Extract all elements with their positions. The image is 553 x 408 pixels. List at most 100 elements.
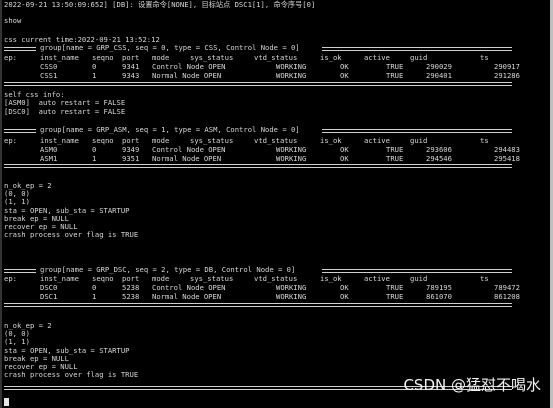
column-header-mode: mode: [152, 136, 170, 145]
separator-left: [4, 269, 36, 273]
cell-port: 9349: [122, 145, 140, 154]
ok-line: crash process over flag is TRUE: [4, 230, 139, 240]
cell-guid: 293606: [426, 145, 452, 154]
cell-guid: 290401: [426, 71, 452, 80]
watermark: CSDN @猛怼不喝水: [403, 376, 541, 394]
column-header-sys-status: sys_status: [190, 136, 234, 145]
cell-is-ok: OK: [340, 292, 349, 301]
column-header-inst-name: inst_name: [40, 53, 79, 62]
cell-is-ok: OK: [340, 154, 349, 163]
column-header-inst-name: inst_name: [40, 274, 79, 283]
column-header-ep-label: ep:: [4, 136, 17, 145]
cell-ts: 789472: [494, 283, 520, 292]
cell-ts: 290917: [494, 62, 520, 71]
separator-full: [4, 303, 512, 307]
cell-active: TRUE: [386, 145, 404, 154]
cell-active: TRUE: [386, 292, 404, 301]
column-header-mode: mode: [152, 53, 170, 62]
ok-line: crash process over flag is TRUE: [4, 370, 139, 380]
cell-mode: Normal Node: [152, 71, 200, 80]
cell-sys-status: OPEN: [208, 145, 226, 154]
separator-left: [4, 129, 36, 133]
column-header-vtd-status: vtd_status: [254, 136, 298, 145]
cell-port: 9343: [122, 71, 140, 80]
cell-seqno: 1: [92, 71, 97, 80]
group-css-title: group[name = GRP_CSS, seq = 0, type = CS…: [40, 43, 300, 52]
cell-active: TRUE: [386, 154, 404, 163]
cell-vtd-status: WORKING: [276, 292, 307, 301]
column-header-active: active: [364, 136, 390, 145]
cell-port: 5238: [122, 292, 140, 301]
column-header-ts: ts: [480, 136, 489, 145]
command-show: show: [4, 16, 22, 25]
column-header-ep-label: ep:: [4, 53, 17, 62]
cell-active: TRUE: [386, 62, 404, 71]
cell-inst-name: DSC0: [40, 283, 58, 292]
cell-inst-name: CSS1: [40, 71, 58, 80]
cell-active: TRUE: [386, 71, 404, 80]
cell-seqno: 0: [92, 62, 97, 71]
cell-mode: Normal Node: [152, 154, 200, 163]
column-header-seqno: seqno: [92, 274, 114, 283]
cell-active: TRUE: [386, 283, 404, 292]
terminal-window[interactable]: 2022-09-21 13:50:09:652] [DB]: 设置命令[NONE…: [0, 0, 553, 408]
cell-seqno: 1: [92, 292, 97, 301]
cell-vtd-status: WORKING: [276, 154, 307, 163]
column-header-sys-status: sys_status: [190, 274, 234, 283]
cell-inst-name: ASM1: [40, 154, 58, 163]
cell-guid: 294546: [426, 154, 452, 163]
column-header-active: active: [364, 274, 390, 283]
cell-seqno: 0: [92, 145, 97, 154]
column-header-guid: guid: [410, 53, 428, 62]
separator-right: [322, 269, 512, 273]
column-header-vtd-status: vtd_status: [254, 274, 298, 283]
cell-sys-status: OPEN: [203, 154, 222, 163]
cell-sys-status: OPEN: [203, 292, 222, 301]
cell-inst-name: DSC1: [40, 292, 58, 301]
asm-auto-restart: [ASM0] auto restart = FALSE: [4, 98, 126, 107]
column-header-port: port: [122, 136, 140, 145]
column-header-seqno: seqno: [92, 53, 114, 62]
cell-inst-name: CSS0: [40, 62, 58, 71]
cell-sys-status: OPEN: [208, 62, 226, 71]
column-header-guid: guid: [410, 274, 428, 283]
column-header-mode: mode: [152, 274, 170, 283]
cell-inst-name: ASM0: [40, 145, 58, 154]
separator-right: [322, 129, 512, 133]
cell-ts: 294483: [494, 145, 520, 154]
separator-full: [4, 82, 512, 86]
column-header-ts: ts: [480, 274, 489, 283]
cell-vtd-status: WORKING: [276, 62, 307, 71]
column-header-ts: ts: [480, 53, 489, 62]
log-header-line: 2022-09-21 13:50:09:652] [DB]: 设置命令[NONE…: [4, 0, 316, 9]
group-dsc-title: group[name = GRP_DSC, seq = 2, type = DB…: [40, 265, 296, 274]
cell-sys-status: OPEN: [208, 283, 226, 292]
cell-seqno: 1: [92, 154, 97, 163]
cell-is-ok: OK: [340, 71, 349, 80]
cell-is-ok: OK: [340, 62, 349, 71]
column-header-vtd-status: vtd_status: [254, 53, 298, 62]
cell-mode: Normal Node: [152, 292, 200, 301]
cell-vtd-status: WORKING: [276, 71, 307, 80]
cell-is-ok: OK: [340, 283, 349, 292]
cell-guid: 861070: [426, 292, 452, 301]
separator-full: [4, 164, 512, 168]
cell-mode: Control Node: [152, 283, 204, 292]
dsc-auto-restart: [DSC0] auto restart = FALSE: [4, 107, 126, 116]
cell-ts: 291286: [494, 71, 520, 80]
column-header-is-ok: is_ok: [320, 136, 342, 145]
cell-port: 9341: [122, 62, 140, 71]
column-header-is-ok: is_ok: [320, 53, 342, 62]
column-header-active: active: [364, 53, 390, 62]
cell-mode: Control Node: [152, 145, 204, 154]
cell-ts: 861208: [494, 292, 520, 301]
cell-sys-status: OPEN: [203, 71, 222, 80]
cell-seqno: 0: [92, 283, 97, 292]
cell-guid: 290029: [426, 62, 452, 71]
cell-port: 5238: [122, 283, 140, 292]
column-header-sys-status: sys_status: [190, 53, 234, 62]
column-header-guid: guid: [410, 136, 428, 145]
cell-ts: 295418: [494, 154, 520, 163]
cell-vtd-status: WORKING: [276, 145, 307, 154]
column-header-inst-name: inst_name: [40, 136, 79, 145]
